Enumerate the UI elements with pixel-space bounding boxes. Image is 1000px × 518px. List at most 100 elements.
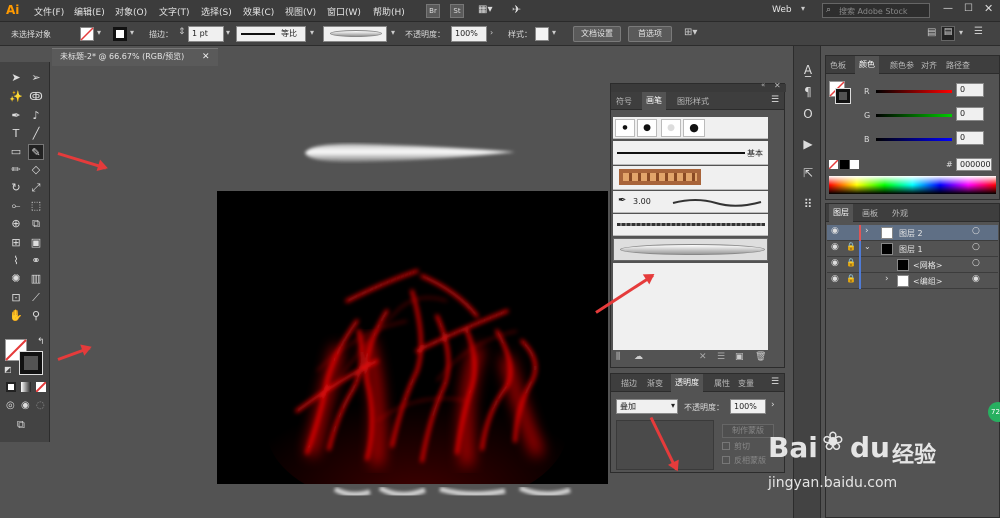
- hex-input[interactable]: 000000: [956, 158, 992, 171]
- selection-tool-icon[interactable]: ➤: [8, 70, 24, 86]
- tab-artboards[interactable]: 画板: [862, 208, 878, 219]
- tab-gradient[interactable]: 渐变: [647, 378, 663, 389]
- eye-icon[interactable]: ◉: [831, 258, 839, 268]
- brush-options-icon[interactable]: ☰: [717, 352, 725, 362]
- preferences-button[interactable]: 首选项: [628, 26, 672, 42]
- align-menu-icon[interactable]: ⊞▾: [684, 27, 697, 38]
- tab-attributes[interactable]: 属性: [714, 378, 730, 389]
- artboards-panel-icon[interactable]: ⠿: [797, 197, 819, 217]
- stroke-color-box[interactable]: [19, 351, 43, 375]
- workspace-switcher[interactable]: Web: [772, 5, 792, 15]
- fill-chevron-icon[interactable]: ▾: [97, 28, 101, 37]
- layer-row-2[interactable]: ◉ › 图层 2 ○: [827, 225, 998, 241]
- tab-swatches[interactable]: 色板: [830, 60, 846, 71]
- document-tab[interactable]: 未标题-2* @ 66.67% (RGB/预览) ✕: [52, 48, 218, 66]
- tab-appearance[interactable]: 外观: [892, 208, 908, 219]
- libraries-panel-icon[interactable]: ☁: [634, 352, 643, 362]
- lock-icon[interactable]: 🔒: [846, 274, 856, 283]
- menu-edit[interactable]: 编辑(E): [74, 5, 105, 18]
- expand-group-icon[interactable]: ›: [885, 274, 889, 284]
- make-mask-button[interactable]: 制作蒙版: [722, 424, 774, 438]
- brush-library-icon[interactable]: ⫼: [616, 352, 620, 362]
- tab-pathfinder[interactable]: 路径查: [946, 60, 970, 71]
- target-icon[interactable]: ○: [972, 242, 980, 252]
- blend-mode-chevron-icon[interactable]: ▾: [671, 401, 675, 410]
- b-input[interactable]: 0: [956, 131, 984, 145]
- mesh-tool-icon[interactable]: ⊞: [8, 235, 24, 251]
- tab-color-guide[interactable]: 颜色参: [890, 60, 914, 71]
- stroke-weight-input[interactable]: 1 pt: [188, 26, 224, 42]
- paragraph-panel-icon[interactable]: ¶: [797, 85, 819, 105]
- document-setup-button[interactable]: 文档设置: [573, 26, 621, 42]
- gradient-mode-icon[interactable]: [21, 382, 31, 392]
- swap-colors-icon[interactable]: ↰: [37, 337, 45, 347]
- character-panel-icon[interactable]: A̲: [797, 63, 819, 83]
- perspective-grid-icon[interactable]: ⧉: [28, 216, 44, 232]
- opacity-input[interactable]: 100%: [451, 26, 487, 42]
- panel-menu-icon[interactable]: ▤: [941, 26, 955, 41]
- options-menu-icon[interactable]: ☰: [974, 26, 983, 37]
- shaper-tool-icon[interactable]: ✏: [8, 162, 24, 178]
- minimize-icon[interactable]: —: [943, 3, 953, 14]
- brush-definition[interactable]: [323, 26, 387, 42]
- eye-icon[interactable]: ◉: [831, 274, 839, 284]
- type-tool-icon[interactable]: T: [8, 126, 24, 142]
- panel-menu-chevron-icon[interactable]: ▾: [959, 28, 963, 37]
- tab-stroke[interactable]: 描边: [621, 378, 637, 389]
- opacity-arrow-icon[interactable]: ›: [490, 28, 493, 37]
- sublayer-row-group[interactable]: ◉ 🔒 › <编组> ◉: [827, 273, 998, 289]
- brush-dot-soft[interactable]: ●: [661, 119, 681, 137]
- tab-layers[interactable]: 图层: [829, 204, 853, 222]
- line-tool-icon[interactable]: ╱: [28, 126, 44, 142]
- menu-view[interactable]: 视图(V): [285, 5, 316, 18]
- eye-icon[interactable]: ◉: [831, 226, 839, 236]
- brush-dot-medium[interactable]: ●: [637, 119, 657, 137]
- new-brush-icon[interactable]: ▣: [735, 352, 744, 362]
- maximize-icon[interactable]: ☐: [964, 3, 973, 14]
- curvature-tool-icon[interactable]: ♪: [28, 108, 44, 124]
- gpu-icon[interactable]: ✈: [512, 3, 521, 16]
- menu-effect[interactable]: 效果(C): [243, 5, 274, 18]
- white-swatch[interactable]: [850, 160, 859, 169]
- tab-align[interactable]: 对齐: [921, 60, 937, 71]
- symbol-sprayer-icon[interactable]: ✺: [8, 271, 24, 287]
- layer-row-1[interactable]: ◉ 🔒 ⌄ 图层 1 ○: [827, 241, 998, 257]
- paintbrush-tool-icon[interactable]: ✎: [28, 144, 44, 160]
- tab-transparency[interactable]: 透明度: [671, 374, 703, 392]
- stroke-weight-chevron-icon[interactable]: ▾: [226, 28, 230, 37]
- pen-tool-icon[interactable]: ✒: [8, 108, 24, 124]
- panel-grip[interactable]: « ✕: [611, 81, 786, 92]
- width-tool-icon[interactable]: ⟜: [8, 198, 24, 214]
- draw-inside-icon[interactable]: ◌: [36, 400, 45, 411]
- brush-calligraphic-row[interactable]: ✒ 3.00: [613, 191, 768, 213]
- actions-panel-icon[interactable]: ▶: [797, 137, 819, 157]
- artboard-tool-icon[interactable]: ⊡: [8, 290, 24, 306]
- layer-name[interactable]: 图层 2: [899, 228, 923, 239]
- menu-file[interactable]: 文件(F): [34, 5, 64, 18]
- invert-mask-checkbox[interactable]: [722, 456, 730, 464]
- rotate-tool-icon[interactable]: ↻: [8, 180, 24, 196]
- delete-brush-icon[interactable]: 🗑: [755, 352, 766, 362]
- arrange-documents-icon[interactable]: ▦▾: [478, 4, 492, 15]
- export-asset-icon[interactable]: ⇱: [797, 166, 819, 186]
- variable-width-profile[interactable]: 等比: [236, 26, 306, 42]
- blend-tool-icon[interactable]: ⚭: [28, 253, 44, 269]
- column-graph-icon[interactable]: ▥: [28, 271, 44, 287]
- menu-object[interactable]: 对象(O): [115, 5, 147, 18]
- draw-normal-icon[interactable]: ◎: [6, 400, 15, 411]
- menu-type[interactable]: 文字(T): [159, 5, 190, 18]
- b-slider[interactable]: [876, 138, 952, 141]
- close-icon[interactable]: ✕: [984, 2, 993, 15]
- sublayer-row-mesh[interactable]: ◉ 🔒 <网格> ○: [827, 257, 998, 273]
- collapse-layer-icon[interactable]: ⌄: [864, 242, 871, 251]
- brush-dot-small[interactable]: ●: [615, 119, 635, 137]
- profile-chevron-icon[interactable]: ▾: [310, 28, 314, 37]
- workspace-chevron-icon[interactable]: ▾: [801, 4, 805, 13]
- zoom-tool-icon[interactable]: ⚲: [28, 308, 44, 324]
- color-mode-icon[interactable]: [6, 382, 16, 392]
- target-icon[interactable]: ○: [972, 258, 980, 268]
- brush-selected-row[interactable]: [613, 238, 768, 261]
- screen-mode-icon[interactable]: ⧉: [17, 418, 25, 432]
- layer-name[interactable]: 图层 1: [899, 244, 923, 255]
- tab-symbols[interactable]: 符号: [616, 96, 632, 107]
